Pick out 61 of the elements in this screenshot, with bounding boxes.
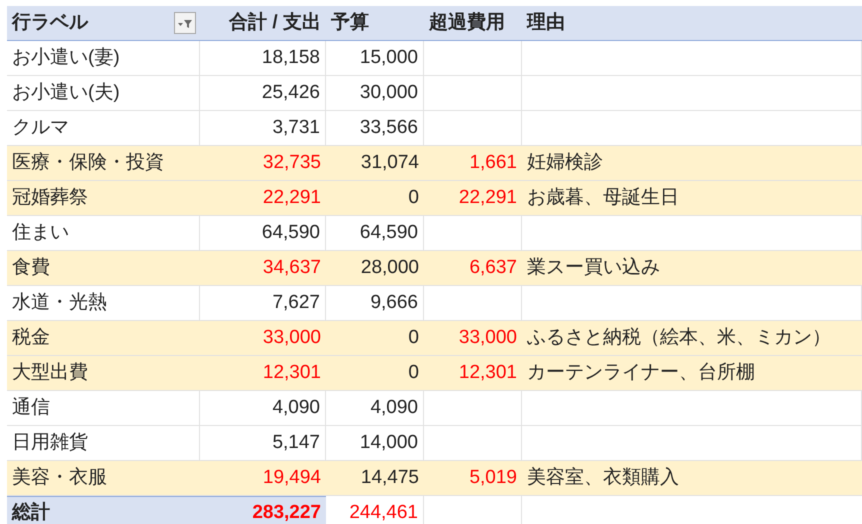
table-cell-text: 美容室、衣類購入 [527,466,679,490]
filter-icon [177,17,193,29]
table-cell-text: 7,627 [272,290,320,315]
table-cell-text: 15,000 [360,46,418,70]
table-cell-text: 33,000 [262,326,321,350]
table-cell-text: お歳暮、母誕生日 [527,186,679,210]
filter-button[interactable] [174,12,196,34]
table-cell-text: 12,301 [262,360,321,385]
row-label: 美容・衣服 [12,466,107,490]
table-cell-text: 33,000 [458,326,517,350]
table-cell-text: 0 [408,326,419,350]
row-label: お小遣い(妻) [12,46,120,70]
row-label: 水道・光熱 [12,290,107,315]
table-cell-text: 4,090 [370,396,418,420]
column-header: 超過費用 [429,10,505,35]
row-label: 食費 [12,256,50,280]
table-cell-text: 9,666 [370,290,418,315]
column-header: 行ラベル [12,10,88,35]
table-cell-text: 0 [408,360,419,385]
table-cell-text: 0 [408,186,419,210]
table-cell-text: 25,426 [262,80,320,105]
row-label: 通信 [12,396,50,420]
table-cell-text: 64,590 [262,220,320,245]
row-label: 税金 [12,326,50,350]
table-cell-text: 妊婦検診 [527,150,603,175]
table-cell-text: 18,158 [262,46,320,70]
row-label: 大型出費 [12,360,88,385]
table-cell-text: 19,494 [262,466,321,490]
row-label: クルマ [12,116,69,140]
table-cell-text: 14,000 [360,430,418,455]
row-label: 住まい [12,220,69,245]
table-cell-text: 1,661 [469,150,517,175]
table-cell-text: 283,227 [252,501,321,524]
table-cell-text: 22,291 [262,186,321,210]
table-cell-text: ふるさと納税（絵本、米、ミカン） [527,326,831,350]
table-cell-text: 33,566 [360,116,418,140]
row-label: 医療・保険・投資 [12,150,164,175]
table-cell-text: 6,637 [469,256,517,280]
table-cell-text: 業スー買い込み [527,256,660,280]
table-cell-text: 31,074 [360,150,419,175]
table-cell-text: 244,461 [349,500,418,524]
table-cell-text: 22,291 [458,186,517,210]
row-label: 冠婚葬祭 [12,186,88,210]
table-cell-text: 28,000 [360,256,419,280]
table-cell-text: 64,590 [360,220,418,245]
row-label: 総計 [12,500,50,524]
table-cell-text: カーテンライナー、台所棚 [527,360,755,385]
column-header: 予算 [331,10,369,35]
table-cell-text: 34,637 [262,256,321,280]
table-cell-text: 30,000 [360,80,418,105]
column-header: 合計 / 支出 [229,10,321,35]
table-cell-text: 4,090 [272,396,320,420]
table-cell-text: 5,147 [272,430,320,455]
table-cell-text: 12,301 [458,360,517,385]
table-cell-text: 32,735 [262,150,321,175]
table-cell-text: 5,019 [469,466,517,490]
table-cell-text: 3,731 [272,116,320,140]
column-header: 理由 [527,10,565,35]
row-label: お小遣い(夫) [12,80,120,105]
table-cell-text: 14,475 [360,466,419,490]
row-label: 日用雑貨 [12,430,88,455]
